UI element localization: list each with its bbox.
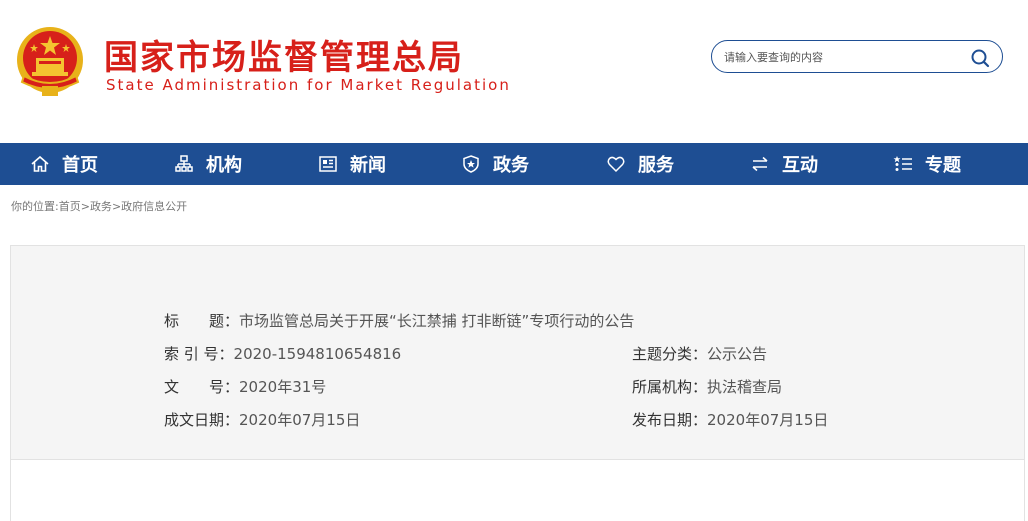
breadcrumb-link-home[interactable]: 首页 xyxy=(59,200,81,213)
breadcrumb-link-info-disclosure[interactable]: 政府信息公开 xyxy=(121,200,187,213)
nav-item-services[interactable]: 服务 xyxy=(606,143,674,185)
search-icon[interactable] xyxy=(970,48,990,68)
nav-label: 服务 xyxy=(638,155,674,176)
nav-label: 首页 xyxy=(62,155,98,176)
home-icon xyxy=(31,155,49,172)
info-row-topic: 主题分类：公示公告 xyxy=(632,343,767,364)
nav-label: 机构 xyxy=(206,155,242,176)
shield-icon xyxy=(463,155,479,173)
document-info-panel: 标 题：市场监管总局关于开展“长江禁捕 打非断链”专项行动的公告 索 引 号：2… xyxy=(10,245,1025,460)
nav-item-topics[interactable]: 专题 xyxy=(893,143,961,185)
created-date-value: 2020年07月15日 xyxy=(239,411,361,429)
published-date-label: 发布日期： xyxy=(632,411,708,429)
info-row-doc-number: 文 号：2020年31号 xyxy=(164,376,326,397)
index-label: 索 引 号： xyxy=(164,345,234,363)
list-icon xyxy=(893,156,912,171)
nav-item-interaction[interactable]: 互动 xyxy=(750,143,818,185)
doc-number-label: 文 号： xyxy=(164,378,240,396)
breadcrumb-separator: > xyxy=(80,200,90,213)
info-row-index: 索 引 号：2020-1594810654816 xyxy=(164,343,401,364)
search-box xyxy=(711,40,1003,73)
main-nav: 首页 机构 新闻 政务 服务 互动 专题 xyxy=(0,143,1028,185)
nav-item-organization[interactable]: 机构 xyxy=(174,143,242,185)
published-date-value: 2020年07月15日 xyxy=(707,411,829,429)
breadcrumb-separator: > xyxy=(111,200,122,213)
newspaper-icon xyxy=(319,156,337,172)
topic-label: 主题分类： xyxy=(632,345,708,363)
info-row-organization: 所属机构：执法稽查局 xyxy=(632,376,782,397)
info-row-published-date: 发布日期：2020年07月15日 xyxy=(632,409,828,430)
info-row-created-date: 成文日期：2020年07月15日 xyxy=(164,409,360,430)
nav-item-news[interactable]: 新闻 xyxy=(318,143,386,185)
article-content-area xyxy=(10,460,1025,521)
title-value: 市场监管总局关于开展“长江禁捕 打非断链”专项行动的公告 xyxy=(239,312,635,330)
national-emblem-logo[interactable] xyxy=(14,24,86,100)
org-chart-icon xyxy=(175,155,193,172)
title-label: 标 题： xyxy=(164,312,240,330)
nav-item-home[interactable]: 首页 xyxy=(30,143,98,185)
site-header: 国家市场监督管理总局 State Administration for Mark… xyxy=(0,0,1028,143)
doc-number-value: 2020年31号 xyxy=(239,378,327,396)
site-title-english[interactable]: State Administration for Market Regulati… xyxy=(106,76,511,94)
nav-label: 新闻 xyxy=(350,155,386,176)
search-input[interactable] xyxy=(724,46,964,68)
index-value: 2020-1594810654816 xyxy=(233,345,402,363)
breadcrumb-link-government-affairs[interactable]: 政务 xyxy=(90,200,112,213)
breadcrumb: 你的位置:首页>政务>政府信息公开 xyxy=(11,198,187,214)
nav-label: 政务 xyxy=(493,155,529,176)
topic-value: 公示公告 xyxy=(707,345,768,363)
organization-label: 所属机构： xyxy=(632,378,708,396)
breadcrumb-prefix: 你的位置: xyxy=(11,200,59,213)
nav-label: 专题 xyxy=(925,155,961,176)
site-title-chinese[interactable]: 国家市场监督管理总局 xyxy=(104,30,464,79)
info-row-title: 标 题：市场监管总局关于开展“长江禁捕 打非断链”专项行动的公告 xyxy=(164,310,634,331)
created-date-label: 成文日期： xyxy=(164,411,240,429)
organization-value: 执法稽查局 xyxy=(707,378,783,396)
nav-label: 互动 xyxy=(782,155,818,176)
nav-item-government-affairs[interactable]: 政务 xyxy=(461,143,529,185)
arrows-exchange-icon xyxy=(752,156,768,172)
heart-icon xyxy=(607,156,625,173)
